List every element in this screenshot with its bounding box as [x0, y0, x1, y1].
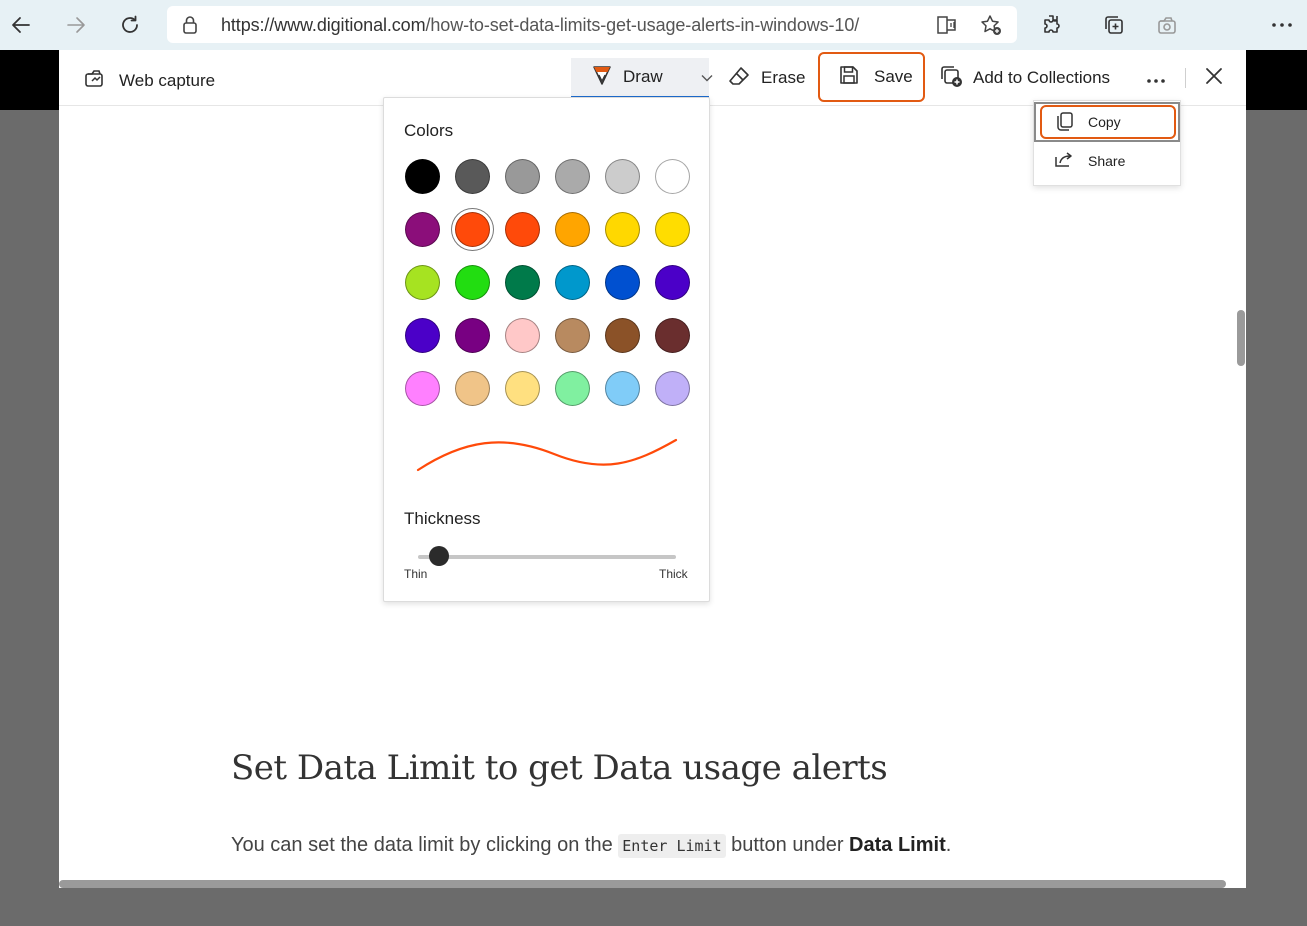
more-icon — [1146, 67, 1166, 90]
paragraph-text: . — [945, 834, 952, 856]
color-swatch[interactable] — [455, 318, 490, 353]
share-label: Share — [1088, 153, 1126, 169]
save-label: Save — [874, 67, 913, 86]
color-swatch[interactable] — [505, 212, 540, 247]
color-swatch[interactable] — [505, 318, 540, 353]
color-swatch[interactable] — [655, 159, 690, 194]
copy-icon — [1056, 111, 1074, 134]
paragraph-text: You can set the data limit by clicking o… — [231, 834, 619, 856]
share-icon — [1054, 151, 1074, 172]
toolbar-divider — [1185, 68, 1186, 88]
extensions-icon[interactable] — [1038, 11, 1066, 39]
pen-icon — [591, 63, 613, 92]
color-swatch[interactable] — [405, 159, 440, 194]
color-swatch[interactable] — [405, 212, 440, 247]
color-swatch[interactable] — [455, 212, 490, 247]
share-menu-item[interactable]: Share — [1040, 144, 1176, 178]
vertical-scrollbar[interactable] — [1237, 310, 1245, 366]
color-swatch[interactable] — [655, 371, 690, 406]
lock-icon[interactable] — [181, 15, 199, 40]
color-swatch[interactable] — [505, 159, 540, 194]
inline-code: Enter Limit — [618, 834, 726, 858]
stroke-preview — [416, 438, 678, 472]
thin-label: Thin — [404, 567, 428, 581]
backdrop — [0, 888, 1307, 926]
save-button[interactable]: Save — [818, 52, 925, 102]
draw-button[interactable]: Draw — [571, 58, 713, 98]
add-favorite-icon[interactable] — [978, 12, 1004, 38]
more-icon[interactable] — [1268, 11, 1296, 39]
thickness-slider-thumb[interactable] — [429, 546, 449, 566]
erase-label: Erase — [761, 68, 806, 87]
color-swatch[interactable] — [455, 371, 490, 406]
address-bar[interactable]: https://www.digitional.com/how-to-set-da… — [167, 6, 1017, 43]
collections-label: Add to Collections — [973, 68, 1111, 87]
color-swatch[interactable] — [555, 318, 590, 353]
eraser-icon — [727, 64, 751, 93]
article-heading: Set Data Limit to get Data usage alerts — [231, 748, 888, 788]
read-aloud-icon[interactable] — [935, 12, 961, 38]
copy-menu-item[interactable]: Copy — [1040, 105, 1176, 139]
color-swatch[interactable] — [405, 318, 440, 353]
color-swatch[interactable] — [655, 212, 690, 247]
web-capture-icon — [83, 66, 107, 95]
color-swatch[interactable] — [505, 371, 540, 406]
draw-label: Draw — [623, 67, 663, 86]
url-text[interactable]: https://www.digitional.com/how-to-set-da… — [221, 15, 859, 36]
close-button[interactable] — [1204, 58, 1224, 98]
add-to-collections-button[interactable]: Add to Collections — [939, 58, 1110, 98]
bold-text: Data Limit — [849, 834, 946, 856]
url-host: https://www.digitional.com — [221, 15, 426, 35]
save-icon — [838, 64, 860, 91]
forward-icon[interactable] — [60, 9, 92, 41]
browser-toolbar: https://www.digitional.com/how-to-set-da… — [0, 0, 1307, 50]
refresh-icon[interactable] — [114, 9, 146, 41]
erase-button[interactable]: Erase — [727, 58, 805, 98]
url-path: /how-to-set-data-limits-get-usage-alerts… — [425, 15, 860, 35]
article-paragraph: You can set the data limit by clicking o… — [231, 834, 952, 858]
color-swatch[interactable] — [605, 265, 640, 300]
color-swatch[interactable] — [455, 159, 490, 194]
color-swatch[interactable] — [555, 265, 590, 300]
color-swatch[interactable] — [555, 159, 590, 194]
color-swatch[interactable] — [605, 371, 640, 406]
horizontal-scrollbar[interactable] — [59, 880, 1226, 888]
thickness-slider-track[interactable] — [418, 555, 676, 559]
collections-add-icon — [939, 64, 963, 93]
color-swatch[interactable] — [655, 318, 690, 353]
color-swatch[interactable] — [655, 265, 690, 300]
collections-icon[interactable] — [1100, 11, 1128, 39]
color-swatch[interactable] — [605, 159, 640, 194]
web-capture-title: Web capture — [83, 66, 215, 95]
more-options-button[interactable] — [1146, 58, 1166, 98]
color-swatch[interactable] — [505, 265, 540, 300]
paragraph-text: button under — [725, 834, 850, 856]
chevron-down-icon[interactable] — [701, 67, 713, 87]
color-swatch[interactable] — [405, 265, 440, 300]
color-swatch[interactable] — [605, 212, 640, 247]
colors-heading: Colors — [404, 121, 454, 140]
color-swatch[interactable] — [605, 318, 640, 353]
close-icon — [1204, 66, 1224, 91]
web-capture-label: Web capture — [119, 70, 216, 90]
color-swatch[interactable] — [405, 371, 440, 406]
color-swatch[interactable] — [555, 371, 590, 406]
draw-options-panel: Colors Thickness Thin Thick — [383, 97, 710, 602]
web-capture-icon[interactable] — [1154, 11, 1182, 39]
thick-label: Thick — [659, 567, 688, 581]
back-icon[interactable] — [5, 9, 37, 41]
color-swatch[interactable] — [455, 265, 490, 300]
copy-label: Copy — [1088, 114, 1121, 130]
save-menu: Copy Share — [1033, 100, 1181, 186]
color-swatch[interactable] — [555, 212, 590, 247]
thickness-heading: Thickness — [404, 509, 481, 528]
